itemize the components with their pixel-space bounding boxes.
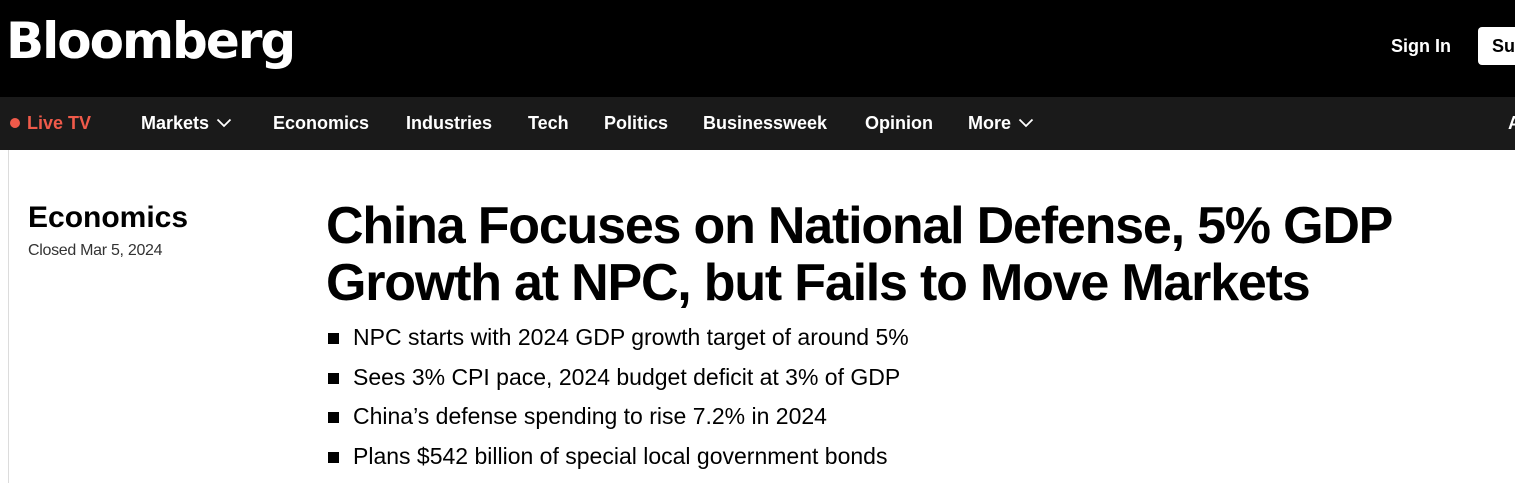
- bullet-item: China’s defense spending to rise 7.2% in…: [328, 397, 909, 437]
- nav-item-economics[interactable]: Economics: [273, 97, 369, 150]
- bullet-item: NPC starts with 2024 GDP growth target o…: [328, 318, 909, 358]
- nav-item-politics[interactable]: Politics: [604, 97, 668, 150]
- square-bullet-icon: [328, 412, 339, 423]
- nav-item-label: Live TV: [27, 113, 92, 133]
- live-dot-icon: [10, 118, 20, 128]
- main-nav: Live TV Markets Economics Industries Tec…: [0, 97, 1515, 150]
- bloomberg-logo[interactable]: Bloomberg: [6, 6, 296, 76]
- square-bullet-icon: [328, 372, 339, 384]
- sign-in-link[interactable]: Sign In: [1391, 33, 1451, 59]
- nav-item-label: More: [968, 113, 1012, 133]
- square-bullet-icon: [328, 333, 339, 344]
- bullet-item: Sees 3% CPI pace, 2024 budget deficit at…: [328, 358, 909, 398]
- nav-item-opinion[interactable]: Opinion: [865, 97, 933, 150]
- article-headline: China Focuses on National Defense, 5% GD…: [326, 197, 1392, 312]
- section-label[interactable]: Economics: [28, 200, 188, 236]
- nav-item-markets[interactable]: Markets: [141, 97, 232, 150]
- bullet-text: China’s defense spending to rise 7.2% in…: [353, 403, 827, 429]
- subscribe-button[interactable]: Subscribe: [1478, 27, 1515, 65]
- divider: [8, 150, 9, 483]
- bullet-text: Plans $542 billion of special local gove…: [353, 442, 888, 469]
- nav-item-cutoff[interactable]: A: [1508, 97, 1515, 150]
- bullet-text: Sees 3% CPI pace, 2024 budget deficit at…: [353, 363, 901, 390]
- live-status-date: Closed Mar 5, 2024: [28, 242, 163, 259]
- summary-bullets: NPC starts with 2024 GDP growth target o…: [328, 318, 909, 476]
- chevron-down-icon: [1018, 118, 1034, 128]
- bullet-text: NPC starts with 2024 GDP growth target o…: [353, 324, 909, 350]
- square-bullet-icon: [328, 451, 339, 463]
- chevron-down-icon: [216, 118, 232, 128]
- nav-item-more[interactable]: More: [968, 97, 1034, 150]
- nav-item-industries[interactable]: Industries: [406, 97, 492, 150]
- article-main: Economics Closed Mar 5, 2024 China Focus…: [0, 150, 1515, 483]
- nav-item-businessweek[interactable]: Businessweek: [703, 97, 827, 150]
- bullet-item: Plans $542 billion of special local gove…: [328, 437, 909, 477]
- nav-item-live-tv[interactable]: Live TV: [10, 97, 91, 150]
- nav-item-tech[interactable]: Tech: [528, 97, 569, 150]
- nav-item-label: Markets: [141, 113, 210, 133]
- site-header: Bloomberg Sign In Subscribe: [0, 0, 1515, 97]
